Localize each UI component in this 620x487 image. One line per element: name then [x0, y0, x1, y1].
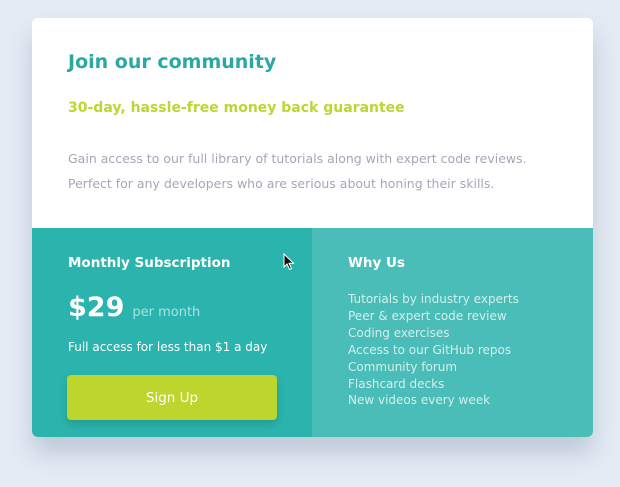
why-us-list: Tutorials by industry experts Peer & exp…: [348, 291, 519, 409]
subscription-title: Monthly Subscription: [68, 255, 231, 271]
why-us-item: Tutorials by industry experts: [348, 292, 519, 306]
price-period: per month: [132, 305, 201, 320]
description: Gain access to our full library of tutor…: [68, 146, 568, 196]
why-us-item: Community forum: [348, 359, 458, 374]
description-line: Gain access to our full library of tutor…: [68, 151, 527, 166]
description-line: Perfect for any developers who are serio…: [68, 176, 495, 191]
sign-up-button[interactable]: Sign Up: [67, 375, 277, 420]
price-amount: $29: [68, 292, 125, 323]
guarantee-text: 30-day, hassle-free money back guarantee: [68, 100, 405, 116]
why-us-item: Coding exercises: [348, 325, 450, 340]
mouse-pointer-icon: [283, 253, 295, 271]
why-us-title: Why Us: [348, 255, 405, 271]
card-footer: Monthly Subscription $29 per month Full a…: [32, 228, 593, 437]
page-title: Join our community: [68, 51, 277, 73]
why-us-item: Peer & expert code review: [348, 308, 507, 323]
why-us-item: New videos every week: [348, 393, 491, 408]
why-us-item: Flashcard decks: [348, 376, 445, 391]
price-note: Full access for less than $1 a day: [68, 340, 268, 354]
why-us-item: Access to our GitHub repos: [348, 342, 512, 357]
price-row: $29 per month: [68, 292, 200, 323]
pricing-card: Join our community 30-day, hassle-free m…: [32, 18, 593, 437]
why-us-panel: Why Us Tutorials by industry experts Pee…: [312, 228, 593, 437]
subscription-panel: Monthly Subscription $29 per month Full a…: [32, 228, 312, 437]
card-header: Join our community 30-day, hassle-free m…: [32, 18, 593, 228]
